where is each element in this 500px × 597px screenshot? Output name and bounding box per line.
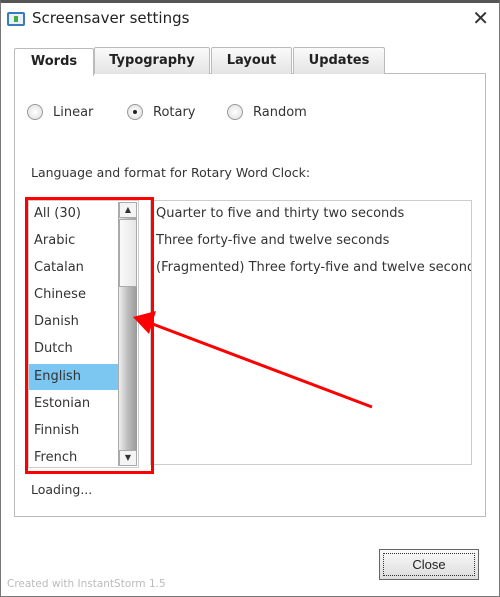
annotation-arrow-icon [133, 311, 373, 409]
tab-words[interactable]: Words [14, 48, 94, 76]
close-button[interactable]: Close [379, 549, 479, 580]
footer-credit: Created with InstantStorm 1.5 [7, 578, 166, 590]
